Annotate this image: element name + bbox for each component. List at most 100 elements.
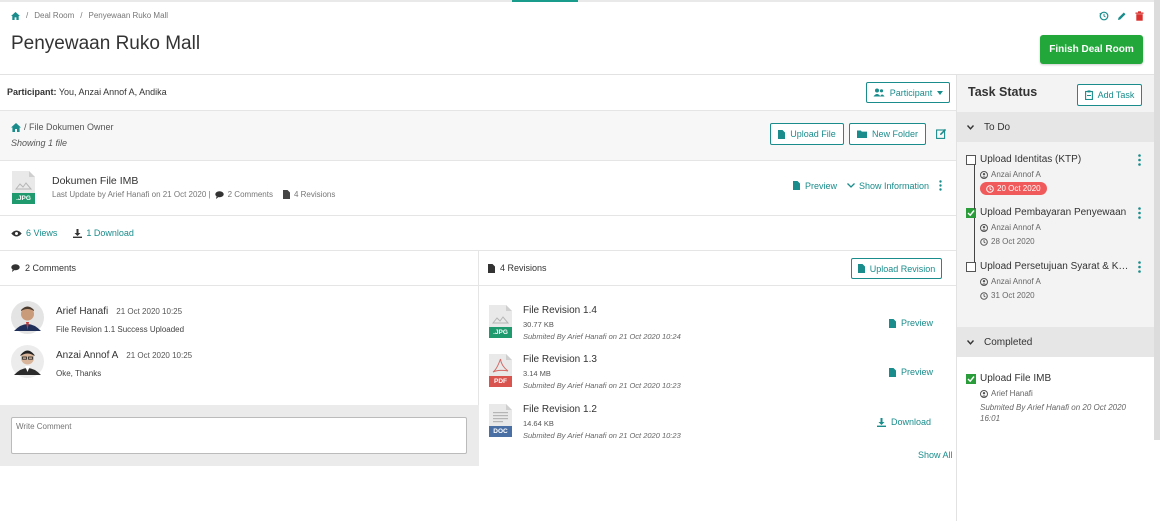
show-all-link[interactable]: Show All (918, 450, 953, 460)
file-type-badge: DOC (493, 428, 508, 435)
revision-preview-link[interactable]: Preview (889, 318, 933, 328)
upload-file-button[interactable]: Upload File (770, 123, 844, 145)
comments-section: 2 Comments Arief Hanafi 21 Oct 2020 10:25… (0, 251, 479, 466)
kebab-menu-icon[interactable] (939, 180, 942, 191)
comment-time: 21 Oct 2020 10:25 (126, 351, 193, 360)
comment-author: Arief Hanafi (56, 306, 109, 317)
top-accent-bar (512, 0, 578, 2)
comment-icon (214, 190, 224, 199)
preview-label: Preview (805, 180, 838, 191)
clipboard-icon (1084, 90, 1093, 100)
file-comment-count: 2 Comments (227, 190, 273, 199)
breadcrumb: / Deal Room / Penyewaan Ruko Mall (11, 11, 168, 20)
task-kebab-icon[interactable] (1138, 261, 1141, 273)
todo-group-header[interactable]: To Do (957, 112, 1155, 142)
upload-revision-label: Upload Revision (869, 263, 936, 274)
file-type-badge: .JPG (493, 329, 508, 336)
comments-count: 2 Comments (25, 263, 77, 273)
task-status-title: Task Status (968, 85, 1038, 99)
completed-label: Completed (984, 336, 1033, 348)
user-icon (980, 170, 988, 179)
show-information-link[interactable]: Show Information (847, 181, 929, 191)
folder-icon (856, 130, 867, 138)
task-connector-line (974, 218, 975, 262)
upload-file-label: Upload File (790, 129, 836, 139)
stats-row: 6 Views 1 Download (0, 216, 956, 251)
download-icon (73, 228, 83, 238)
chevron-down-icon (847, 183, 855, 188)
file-name[interactable]: Dokumen File IMB (52, 175, 138, 187)
task-name[interactable]: Upload Pembayaran Penyewaan (980, 207, 1132, 218)
task-checkbox-checked[interactable] (966, 374, 976, 384)
revision-item: .JPG File Revision 1.4 30.77 KB Submited… (489, 303, 949, 348)
file-row[interactable]: .JPG Dokumen File IMB Last Update by Ari… (0, 161, 956, 216)
task-kebab-icon[interactable] (1138, 207, 1141, 219)
user-icon (980, 223, 988, 232)
task-checkbox-checked[interactable] (966, 208, 976, 218)
completed-task-item: Upload File IMB Arief Hanafi Submited By… (966, 373, 1151, 433)
task-checkbox[interactable] (966, 155, 976, 165)
revision-size: 3.14 MB (523, 369, 551, 378)
participant-button[interactable]: Participant (866, 82, 950, 103)
users-icon (873, 88, 885, 97)
task-item: Upload Pembayaran Penyewaan Anzai Annof … (966, 207, 1151, 247)
file-revision-icon (282, 190, 290, 199)
revision-submitted-by: Submited By Arief Hanafi on 21 Oct 2020 … (523, 332, 681, 341)
comment-input[interactable] (11, 417, 467, 454)
task-due-date: 31 Oct 2020 (991, 291, 1035, 300)
comment-text: Oke, Thanks (56, 369, 102, 378)
avatar (11, 301, 44, 334)
revisions-section: 4 Revisions Upload Revision .JPG File Re… (479, 251, 956, 466)
revision-action-label: Preview (901, 318, 934, 328)
home-icon[interactable] (11, 122, 21, 132)
file-count: Showing 1 file (11, 138, 68, 148)
scrollbar[interactable] (1154, 0, 1160, 440)
edit-icon[interactable] (1117, 11, 1127, 21)
task-kebab-icon[interactable] (1138, 154, 1141, 166)
check-icon (967, 376, 975, 383)
breadcrumb-separator: / (26, 11, 29, 20)
user-icon (980, 389, 988, 398)
participant-label: Participant: (7, 87, 57, 97)
comment-item: Arief Hanafi 21 Oct 2020 10:25 File Revis… (11, 301, 184, 334)
completed-group-header[interactable]: Completed (957, 327, 1155, 357)
history-icon[interactable] (1099, 11, 1109, 21)
downloads-link[interactable]: 1 Download (73, 228, 134, 238)
user-icon (980, 277, 988, 286)
participant-button-label: Participant (889, 87, 933, 98)
preview-link[interactable]: Preview (793, 181, 837, 191)
task-submitted-by: Submited By Arief Hanafi on 20 Oct 2020 … (980, 403, 1127, 423)
task-assignee: Anzai Annof A (991, 277, 1041, 286)
breadcrumb-separator: / (80, 11, 83, 20)
participant-names: You, Anzai Annof A, Andika (58, 87, 167, 97)
chevron-down-icon (967, 339, 974, 345)
task-name[interactable]: Upload File IMB (980, 373, 1132, 384)
task-name[interactable]: Upload Persetujuan Syarat & Ketentuan (980, 261, 1132, 272)
upload-revision-button[interactable]: Upload Revision (851, 258, 942, 279)
comment-author: Anzai Annof A (56, 350, 119, 361)
folder-path: / File Dokumen Owner (24, 122, 114, 132)
revision-size: 30.77 KB (523, 320, 554, 329)
revision-download-link[interactable]: Download (877, 417, 931, 427)
breadcrumb-deal-room[interactable]: Deal Room (34, 11, 74, 20)
home-icon[interactable] (11, 11, 20, 20)
finish-deal-room-button[interactable]: Finish Deal Room (1040, 35, 1143, 64)
add-task-button[interactable]: Add Task (1077, 84, 1142, 106)
download-icon (877, 417, 886, 427)
new-folder-button[interactable]: New Folder (849, 123, 926, 145)
revision-preview-link[interactable]: Preview (889, 367, 933, 377)
todo-label: To Do (984, 121, 1011, 133)
task-status-panel: Task Status Add Task To Do Upload Identi… (956, 74, 1155, 521)
task-checkbox[interactable] (966, 262, 976, 272)
file-revision-count: 4 Revisions (293, 190, 336, 199)
task-due-date: 20 Oct 2020 (997, 184, 1041, 193)
file-icon (889, 318, 896, 328)
edit-folder-icon[interactable] (936, 128, 947, 139)
task-name[interactable]: Upload Identitas (KTP) (980, 154, 1132, 165)
views-link[interactable]: 6 Views (11, 228, 57, 238)
chevron-down-icon (967, 124, 974, 130)
trash-icon[interactable] (1135, 11, 1144, 21)
file-type-badge: .JPG (16, 195, 31, 202)
file-icon (488, 263, 495, 273)
comment-text: File Revision 1.1 Success Uploaded (56, 325, 185, 334)
